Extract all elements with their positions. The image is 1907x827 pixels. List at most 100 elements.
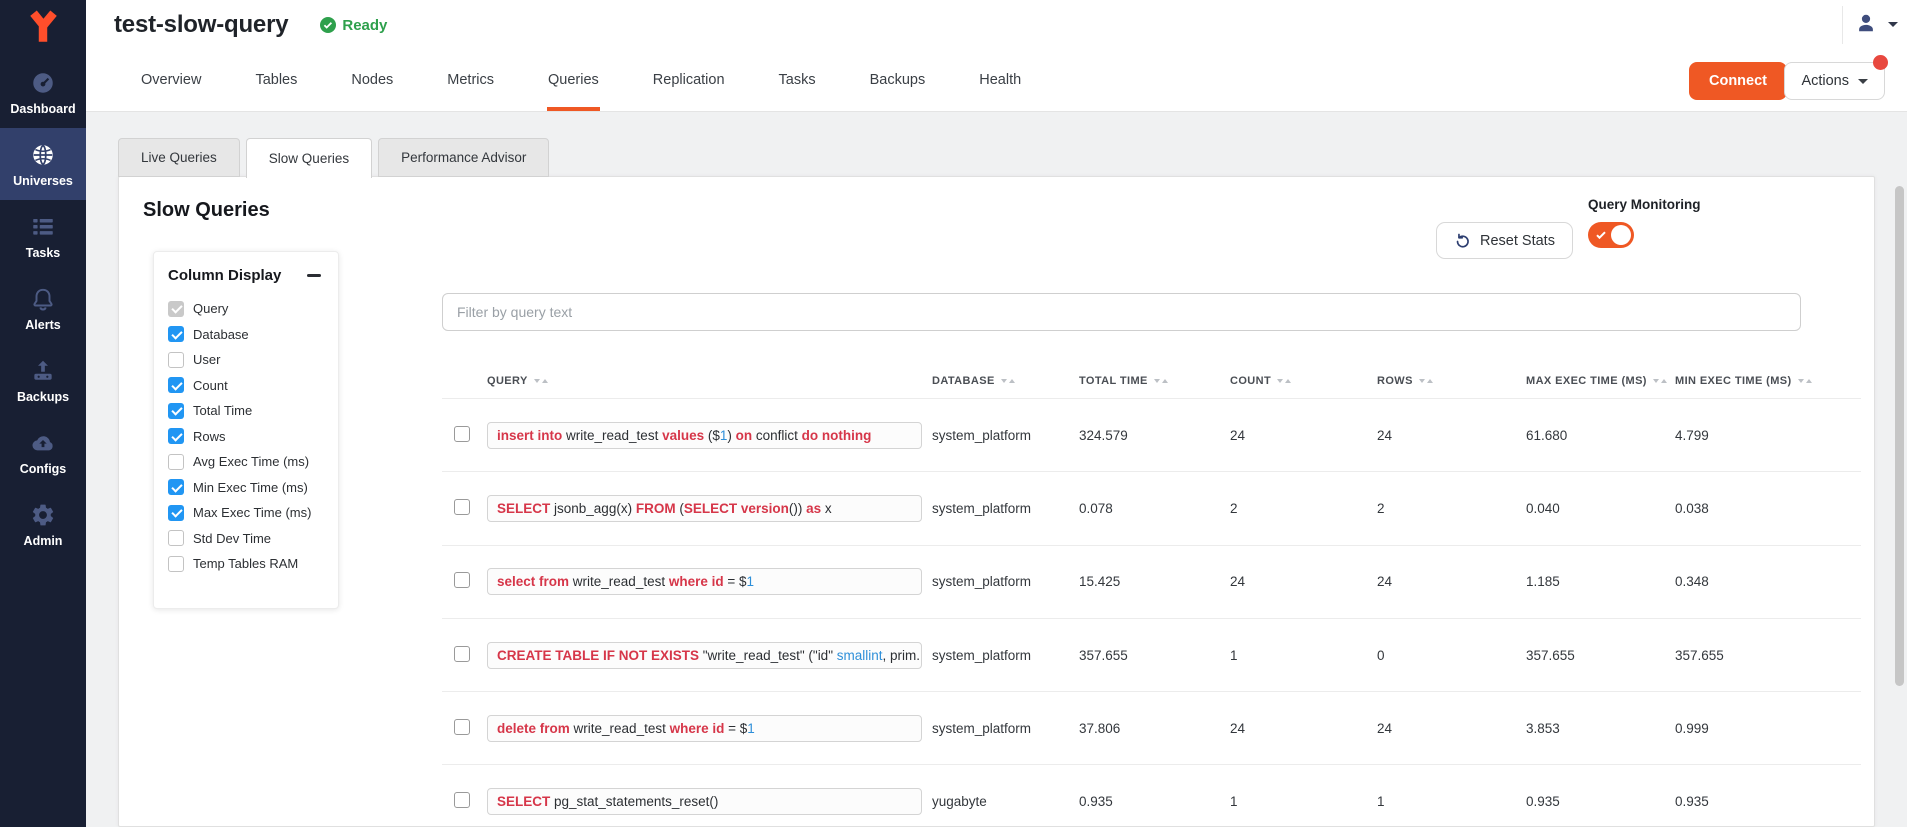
sort-icons[interactable] <box>1798 379 1812 383</box>
query-text[interactable]: SELECT jsonb_agg(x) FROM (SELECT version… <box>487 495 922 522</box>
row-checkbox[interactable] <box>454 426 470 442</box>
rows-cell: 1 <box>1377 794 1526 809</box>
query-row[interactable]: CREATE TABLE IF NOT EXISTS "write_read_t… <box>442 619 1861 692</box>
checkbox-icon[interactable] <box>168 326 184 342</box>
column-header-total-time[interactable]: TOTAL TIME <box>1079 375 1230 387</box>
sidebar-item-backups[interactable]: Backups <box>0 344 86 416</box>
nav-tab-nodes[interactable]: Nodes <box>324 50 420 111</box>
actions-button[interactable]: Actions <box>1784 62 1885 100</box>
column-option-total-time[interactable]: Total Time <box>168 398 324 424</box>
collapse-minus-icon[interactable] <box>307 274 321 277</box>
checkbox-icon[interactable] <box>168 301 184 317</box>
query-text[interactable]: delete from write_read_test where id = $… <box>487 715 922 742</box>
column-option-std-dev-time[interactable]: Std Dev Time <box>168 526 324 552</box>
sidebar-item-label: Admin <box>24 534 63 548</box>
min-exec-time-cell: 357.655 <box>1675 648 1861 663</box>
sidebar-item-universes[interactable]: Universes <box>0 128 86 200</box>
column-option-temp-tables-ram[interactable]: Temp Tables RAM <box>168 551 324 577</box>
nav-tab-tables[interactable]: Tables <box>228 50 324 111</box>
nav-tab-metrics[interactable]: Metrics <box>420 50 521 111</box>
sort-icons[interactable] <box>1653 379 1667 383</box>
tab-slow-queries[interactable]: Slow Queries <box>246 138 372 178</box>
query-row[interactable]: select from write_read_test where id = $… <box>442 546 1861 619</box>
column-option-min-exec-time-ms[interactable]: Min Exec Time (ms) <box>168 475 324 501</box>
column-header-max-exec-time-ms[interactable]: MAX EXEC TIME (MS) <box>1526 375 1675 387</box>
row-checkbox[interactable] <box>454 572 470 588</box>
checkbox-icon[interactable] <box>168 352 184 368</box>
column-option-database[interactable]: Database <box>168 322 324 348</box>
universe-tab-bar: OverviewTablesNodesMetricsQueriesReplica… <box>114 50 1048 111</box>
column-option-rows[interactable]: Rows <box>168 424 324 450</box>
sidebar-item-label: Universes <box>13 174 73 188</box>
ready-check-icon <box>320 17 336 33</box>
query-text[interactable]: CREATE TABLE IF NOT EXISTS "write_read_t… <box>487 642 922 669</box>
user-menu-caret-icon[interactable] <box>1888 22 1898 27</box>
column-header-count[interactable]: COUNT <box>1230 375 1377 387</box>
query-filter-input[interactable] <box>442 293 1801 331</box>
nav-tab-queries[interactable]: Queries <box>521 50 626 111</box>
column-option-query[interactable]: Query <box>168 296 324 322</box>
checkbox-icon[interactable] <box>168 505 184 521</box>
reset-stats-button[interactable]: Reset Stats <box>1436 222 1573 259</box>
max-exec-time-cell: 61.680 <box>1526 428 1675 443</box>
row-checkbox[interactable] <box>454 646 470 662</box>
query-text[interactable]: SELECT pg_stat_statements_reset() <box>487 788 922 815</box>
query-text[interactable]: select from write_read_test where id = $… <box>487 568 922 595</box>
status-badge: Ready <box>320 17 387 34</box>
user-avatar-icon[interactable] <box>1855 11 1877 35</box>
sidebar-item-tasks[interactable]: Tasks <box>0 200 86 272</box>
vertical-scrollbar[interactable] <box>1895 186 1904 686</box>
checkbox-icon[interactable] <box>168 556 184 572</box>
column-option-max-exec-time-ms[interactable]: Max Exec Time (ms) <box>168 500 324 526</box>
row-checkbox[interactable] <box>454 792 470 808</box>
column-option-label: Total Time <box>193 403 252 418</box>
checkbox-icon[interactable] <box>168 377 184 393</box>
row-checkbox[interactable] <box>454 719 470 735</box>
tasks-list-icon <box>30 214 56 240</box>
checkbox-icon[interactable] <box>168 530 184 546</box>
nav-tab-overview[interactable]: Overview <box>114 50 228 111</box>
sidebar-item-alerts[interactable]: Alerts <box>0 272 86 344</box>
query-row[interactable]: delete from write_read_test where id = $… <box>442 692 1861 765</box>
column-header-rows[interactable]: ROWS <box>1377 375 1526 387</box>
query-row[interactable]: SELECT jsonb_agg(x) FROM (SELECT version… <box>442 472 1861 545</box>
sidebar-item-admin[interactable]: Admin <box>0 488 86 560</box>
yugabyte-logo-icon <box>25 9 61 47</box>
connect-button[interactable]: Connect <box>1689 62 1787 100</box>
nav-tab-health[interactable]: Health <box>952 50 1048 111</box>
sort-icons[interactable] <box>1419 379 1433 383</box>
column-display-title: Column Display <box>168 267 281 284</box>
sidebar-item-dashboard[interactable]: Dashboard <box>0 56 86 128</box>
tab-live-queries[interactable]: Live Queries <box>118 138 240 177</box>
column-option-label: Count <box>193 378 228 393</box>
column-option-count[interactable]: Count <box>168 373 324 399</box>
sort-icons[interactable] <box>1001 379 1015 383</box>
column-header-database[interactable]: DATABASE <box>932 375 1079 387</box>
yugabyte-logo[interactable] <box>0 0 86 56</box>
sidebar-item-configs[interactable]: Configs <box>0 416 86 488</box>
sort-icons[interactable] <box>1154 379 1168 383</box>
column-option-user[interactable]: User <box>168 347 324 373</box>
query-row[interactable]: SELECT pg_stat_statements_reset()yugabyt… <box>442 765 1861 827</box>
checkbox-icon[interactable] <box>168 403 184 419</box>
column-header-query[interactable]: QUERY <box>487 375 932 387</box>
checkbox-icon[interactable] <box>168 454 184 470</box>
nav-tab-tasks[interactable]: Tasks <box>752 50 843 111</box>
tab-performance-advisor[interactable]: Performance Advisor <box>378 138 549 177</box>
checkbox-icon[interactable] <box>168 428 184 444</box>
sort-icons[interactable] <box>534 379 548 383</box>
column-option-avg-exec-time-ms[interactable]: Avg Exec Time (ms) <box>168 449 324 475</box>
column-header-min-exec-time-ms[interactable]: MIN EXEC TIME (MS) <box>1675 375 1861 387</box>
query-monitoring-toggle[interactable] <box>1588 222 1634 248</box>
admin-gear-icon <box>30 502 56 528</box>
query-text[interactable]: insert into write_read_test values ($1) … <box>487 422 922 449</box>
nav-tab-replication[interactable]: Replication <box>626 50 752 111</box>
nav-tab-backups[interactable]: Backups <box>843 50 953 111</box>
row-checkbox[interactable] <box>454 499 470 515</box>
status-label: Ready <box>342 17 387 34</box>
sort-icons[interactable] <box>1277 379 1291 383</box>
checkbox-icon[interactable] <box>168 479 184 495</box>
min-exec-time-cell: 0.038 <box>1675 501 1861 516</box>
sidebar-item-label: Configs <box>20 462 67 476</box>
query-row[interactable]: insert into write_read_test values ($1) … <box>442 399 1861 472</box>
